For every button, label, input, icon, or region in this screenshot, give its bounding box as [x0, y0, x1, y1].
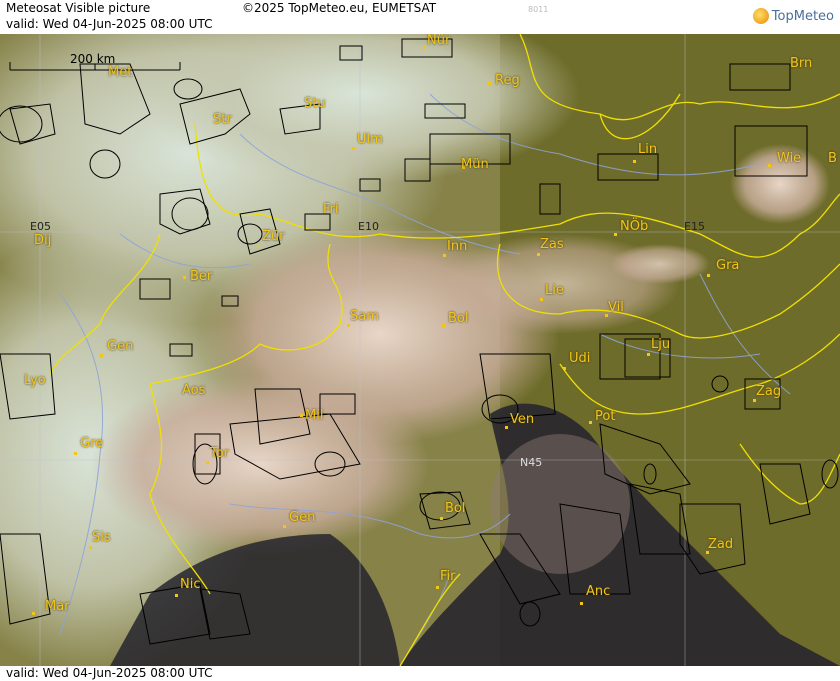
grid-label-e15: E15	[684, 220, 705, 233]
city-label: Brn	[790, 56, 813, 71]
city-label: Fir	[440, 569, 456, 584]
map-title: Meteosat Visible picture	[6, 1, 151, 15]
city-label: Zag	[756, 384, 782, 399]
city-label: Pot	[595, 409, 616, 424]
city-label: Bol	[448, 311, 469, 326]
header-bar: Meteosat Visible picture valid: Wed 04-J…	[0, 0, 840, 34]
grid-label-e05: E05	[30, 220, 51, 233]
city-label: Met	[108, 65, 133, 80]
city-label: Zür	[262, 229, 285, 244]
city-label: Nür	[427, 34, 451, 48]
city-label: Ulm	[357, 132, 383, 147]
grid-label-e10: E10	[358, 220, 379, 233]
city-label: Lin	[638, 142, 658, 157]
city-label: Anc	[586, 584, 611, 599]
city-label: B	[828, 151, 837, 166]
city-label: Gre	[80, 436, 104, 451]
valid-time: valid: Wed 04-Jun-2025 08:00 UTC	[6, 17, 213, 31]
city-label: Gra	[716, 258, 740, 273]
city-label: Ven	[510, 412, 535, 427]
city-label: Zas	[540, 237, 564, 252]
sun-icon	[752, 8, 769, 24]
grid-label-n45: N45	[520, 456, 543, 469]
city-label: Nic	[180, 577, 201, 592]
city-label: Tor	[210, 446, 230, 461]
city-label: Lyo	[24, 373, 46, 388]
copyright: ©2025 TopMeteo.eu, EUMETSAT	[242, 1, 437, 15]
city-label: Sam	[350, 309, 379, 324]
city-label: Zad	[708, 537, 734, 552]
city-label: Wie	[777, 151, 802, 166]
city-label: Mün	[461, 157, 489, 172]
city-label: Lju	[651, 337, 671, 352]
city-label: Str	[213, 112, 232, 127]
city-label: Gen	[107, 339, 134, 354]
image-code: 8011	[528, 5, 549, 14]
city-label: Vil	[608, 300, 624, 315]
city-label: Mar	[45, 599, 70, 614]
city-label: Fri	[323, 202, 339, 217]
footer-bar: valid: Wed 04-Jun-2025 08:00 UTC	[0, 666, 840, 681]
city-label: Lie	[545, 283, 564, 298]
city-label: Mil	[305, 408, 324, 423]
city-label: Inn	[447, 239, 468, 254]
topmeteo-logo: TopMeteo	[752, 8, 834, 24]
city-label: Dij	[34, 233, 52, 248]
scale-label: 200 km	[70, 52, 116, 66]
city-label: NÖb	[620, 219, 649, 234]
city-label: Gen	[289, 510, 316, 525]
city-label: Sis	[92, 530, 111, 545]
city-label: Udi	[569, 351, 591, 366]
logo-text: TopMeteo	[771, 8, 834, 24]
city-label: Reg	[495, 73, 520, 88]
city-label: Bol	[445, 501, 466, 516]
city-label: Aos	[182, 383, 206, 398]
footer-valid-time: valid: Wed 04-Jun-2025 08:00 UTC	[6, 666, 213, 680]
satellite-map: 200 km E05 E10 E15 N45 Nür Met Reg Brn S…	[0, 34, 840, 666]
city-label: Ber	[190, 269, 213, 284]
city-label: Stu	[304, 96, 326, 111]
